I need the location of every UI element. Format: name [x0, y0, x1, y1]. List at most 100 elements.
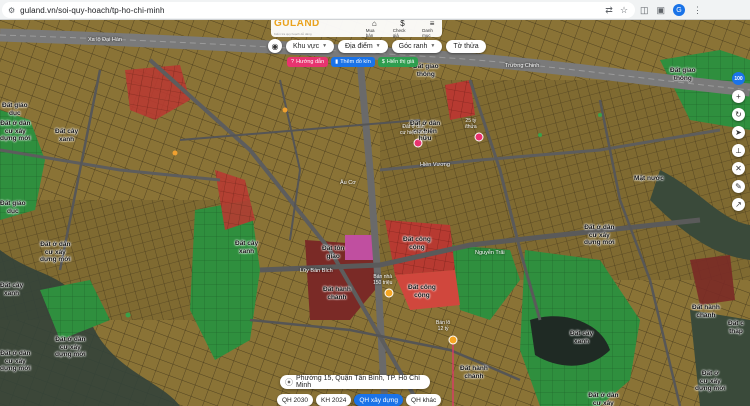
- site-info-icon[interactable]: ⚙: [8, 6, 15, 15]
- zone-label: Đất ở dâncư xâydựng mới: [55, 336, 86, 358]
- layer-kh2024[interactable]: KH 2024: [316, 394, 352, 406]
- zone-label: Đất hành chánh: [323, 286, 351, 301]
- pencil-icon: ✎: [735, 182, 742, 191]
- refresh-icon: ↻: [735, 110, 742, 119]
- current-address[interactable]: ⦿ Phường 15, Quận Tân Bình, TP. Hồ Chí M…: [280, 375, 430, 389]
- extensions-icon[interactable]: ◫: [640, 5, 649, 16]
- store-icon: ⌂: [371, 20, 377, 28]
- share-button[interactable]: ↗: [732, 198, 745, 211]
- map-base-layer: [0, 20, 750, 406]
- zone-label: Đất ở dâncư xâydựng mới: [584, 224, 615, 246]
- translate-icon[interactable]: ⇄: [604, 5, 614, 16]
- zone-label: Đất cây xanh: [55, 128, 79, 143]
- zone-label: Đất công cộng: [408, 284, 436, 299]
- locate-button[interactable]: ◉: [268, 39, 282, 53]
- zoom-level-badge[interactable]: 100: [732, 72, 745, 85]
- filter-corner[interactable]: Góc ranh ▼: [391, 39, 443, 53]
- zone-label: Đất giáo dục: [0, 200, 26, 215]
- pin-label[interactable]: Bán nhà 150 triệu: [373, 274, 392, 286]
- draw-button[interactable]: ✎: [732, 180, 745, 193]
- sidepanel-icon[interactable]: ▣: [657, 5, 666, 16]
- zone-label: Mặt nước: [634, 175, 664, 182]
- browser-toolbar: ⚙ guland.vn/soi-quy-hoach/tp-ho-chi-minh…: [0, 0, 750, 20]
- logo-tagline: Kiểm tra quy hoạch dễ dàng: [274, 31, 312, 36]
- filter-label: Khu vực: [293, 42, 320, 50]
- trash-icon: ✕: [735, 164, 742, 173]
- browser-menu-icon[interactable]: ⋮: [693, 5, 702, 16]
- measure-button[interactable]: ⟂: [732, 144, 745, 157]
- delete-button[interactable]: ✕: [732, 162, 745, 175]
- tag-label: Hiển thị giá: [386, 59, 415, 65]
- filter-region[interactable]: Khu vực ▼: [286, 39, 335, 53]
- planning-map[interactable]: Xa lộ Đại Hàn Trường Chinh Âu Cơ Lũy Bán…: [0, 20, 750, 406]
- bookmark-icon: ▮: [335, 59, 339, 65]
- zone-label: Đất ở dâncư xâydựng mới: [40, 241, 71, 263]
- dollar-icon: $: [400, 20, 405, 28]
- chevron-down-icon: ▼: [430, 43, 436, 49]
- zone-label: Đất ở dâncư xâydựng mới: [588, 392, 619, 406]
- compass-button[interactable]: ➤: [732, 126, 745, 139]
- filter-label: Địa điểm: [345, 42, 373, 50]
- layer-qh-xay-dung[interactable]: QH xây dựng: [354, 394, 404, 406]
- filter-bar: ◉ Khu vực ▼ Địa điểm ▼ Góc ranh ▼ Tờ thửa: [268, 39, 486, 53]
- closed-map-tag[interactable]: ▮ Thêm đồ kín: [331, 57, 375, 67]
- road-label: Xa lộ Đại Hàn: [88, 37, 122, 43]
- zone-label: Đất ở dâncư xâydựng mới: [0, 120, 31, 142]
- compass-icon: ➤: [735, 128, 742, 137]
- ruler-icon: ⟂: [735, 145, 742, 155]
- pin-label[interactable]: Đất ở dân cư hiện hữu: [400, 124, 427, 136]
- bookmark-star-icon[interactable]: ☆: [619, 5, 629, 16]
- road-label: Âu Cơ: [340, 180, 356, 186]
- plus-icon: +: [736, 92, 741, 101]
- guide-tag[interactable]: ? Hướng dẫn: [287, 57, 329, 67]
- zone-label: Đất công cộng: [403, 236, 431, 251]
- share-icon: ↗: [735, 200, 742, 209]
- zone-label: Đất cây xanh: [235, 240, 259, 255]
- zoom-in-button[interactable]: +: [732, 90, 745, 103]
- layer-selector: QH 2030 KH 2024 QH xây dựng QH khác: [277, 394, 442, 406]
- target-icon: ◉: [271, 41, 279, 51]
- profile-avatar[interactable]: G: [673, 4, 686, 16]
- location-pin-icon: ⦿: [285, 377, 293, 387]
- layer-label: QH xây dựng: [359, 396, 399, 404]
- layer-label: QH 2030: [282, 396, 309, 404]
- catalog-label: Danh mục: [422, 27, 433, 38]
- buy-sell-button[interactable]: ⌂ Mua bán: [366, 20, 383, 38]
- check-price-button[interactable]: $ Check giá: [393, 20, 412, 38]
- zone-label: Đất cây xanh: [0, 282, 24, 297]
- layer-qh-khac[interactable]: QH khác: [406, 394, 442, 406]
- layer-qh2030[interactable]: QH 2030: [277, 394, 314, 406]
- road-label: Trường Chinh: [505, 63, 540, 69]
- buy-sell-label: Mua bán: [365, 27, 375, 38]
- check-price-label: Check giá: [392, 27, 406, 38]
- zone-label: Đất tôn giáo: [322, 245, 345, 260]
- chevron-down-icon: ▼: [322, 43, 328, 49]
- filter-label: Tờ thửa: [453, 42, 479, 50]
- show-price-tag[interactable]: $ Hiển thị giá: [377, 57, 419, 67]
- tag-label: Hướng dẫn: [296, 59, 325, 65]
- pin-label[interactable]: Bán lô 12 tỷ: [436, 320, 450, 332]
- url-text: guland.vn/soi-quy-hoach/tp-ho-chi-minh: [20, 5, 165, 15]
- address-text: Phường 15, Quận Tân Bình, TP. Hồ Chí Min…: [296, 375, 421, 389]
- zone-label: Đất giáo dục: [2, 102, 28, 117]
- price-icon: $: [381, 59, 385, 65]
- logo-text: GULAND: [274, 20, 320, 29]
- pin-label[interactable]: 25 tỷ/thửa: [465, 118, 477, 130]
- guland-logo[interactable]: GULAND Kiểm tra quy hoạch dễ dàng: [274, 20, 320, 39]
- refresh-button[interactable]: ↻: [732, 108, 745, 121]
- road-label: Hiền Vương: [420, 162, 450, 168]
- chevron-down-icon: ▼: [375, 43, 381, 49]
- map-controls: 100 + ↻ ➤ ⟂ ✕ ✎ ↗: [732, 72, 745, 211]
- zone-label: Đất giao thông: [670, 67, 696, 82]
- tag-label: Thêm đồ kín: [340, 59, 371, 65]
- zone-label: Đất c thấp: [728, 320, 744, 335]
- address-bar[interactable]: ⚙ guland.vn/soi-quy-hoach/tp-ho-chi-minh…: [2, 2, 635, 18]
- layer-label: QH khác: [411, 396, 437, 404]
- quick-tags: ? Hướng dẫn ▮ Thêm đồ kín $ Hiển thị giá: [287, 57, 419, 67]
- catalog-button[interactable]: ≡ Danh mục: [422, 20, 442, 38]
- zone-label: Đất hành chánh: [692, 304, 720, 319]
- filter-label: Góc ranh: [398, 42, 428, 50]
- filter-place[interactable]: Địa điểm ▼: [338, 39, 388, 53]
- road-label: Nguyễn Trãi: [475, 250, 505, 256]
- filter-parcel[interactable]: Tờ thửa: [446, 39, 486, 53]
